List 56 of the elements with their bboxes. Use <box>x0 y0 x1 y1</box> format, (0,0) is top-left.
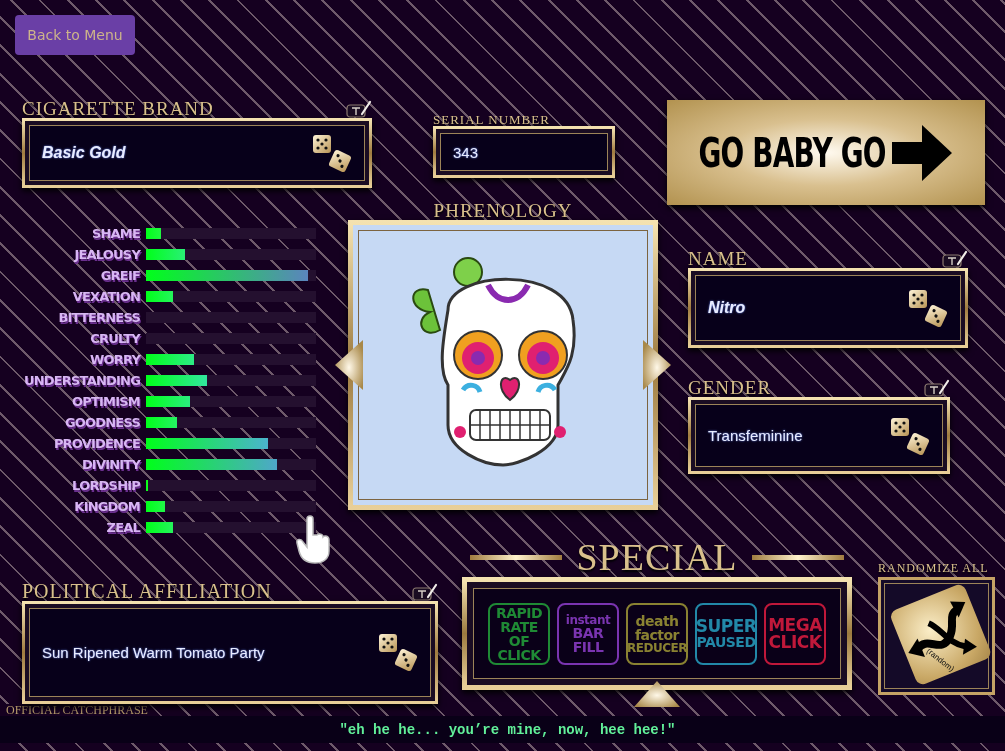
triangle-right-icon <box>641 340 673 390</box>
field-value: Transfeminine <box>708 427 803 444</box>
trait-label: WORRY <box>88 352 140 367</box>
powerup-button[interactable]: SUPER PAUSED <box>695 602 757 665</box>
section-title: PHRENOLOGY <box>433 201 573 220</box>
hand-cursor-icon <box>295 515 331 565</box>
text-field[interactable]: Basic Gold <box>22 118 372 188</box>
back-to-menu-button[interactable]: Back to Menu <box>15 15 135 55</box>
dice-icon[interactable] <box>908 288 948 328</box>
trait-label: PROVIDENCE <box>52 436 140 451</box>
edit-text-icon[interactable] <box>412 582 438 601</box>
field-label: CIGARETTE BRAND <box>22 99 214 118</box>
trait-label: GOODNESS <box>63 415 140 430</box>
field-label: SERIAL NUMBER <box>433 113 550 126</box>
edit-text-icon[interactable] <box>942 250 968 268</box>
section-title: SPECIAL <box>576 538 738 576</box>
expand-button[interactable] <box>632 679 682 709</box>
dice-icon[interactable] <box>312 133 352 173</box>
triangle-left-icon <box>333 340 365 390</box>
field-value: Nitro <box>708 299 746 317</box>
trait-label: UNDERSTANDING <box>22 373 140 388</box>
trait-label: CRULTY <box>89 331 140 346</box>
trait-label: KINGDOM <box>73 499 140 514</box>
powerup-button[interactable]: death factor REDUCER <box>626 602 688 665</box>
triangle-up-icon <box>632 679 682 709</box>
trait-label: LORDSHIP <box>71 478 140 493</box>
dice-icon[interactable] <box>890 415 930 456</box>
trait-label: VEXATION <box>71 289 140 304</box>
edit-text-icon[interactable] <box>924 379 950 397</box>
catchphrase-label: OFFICIAL CATCHPHRASE <box>6 704 148 716</box>
field-label: POLITICAL AFFILIATION <box>22 580 272 601</box>
trait-label: JEALOUSY <box>72 247 140 262</box>
trait-label: ZEAL <box>105 520 140 535</box>
text-field[interactable]: Sun Ripened Warm Tomato Party <box>22 600 438 704</box>
text-field[interactable]: Nitro <box>688 268 968 348</box>
field-value: Sun Ripened Warm Tomato Party <box>42 643 265 661</box>
next-button[interactable] <box>641 340 673 390</box>
trait-label: DIVINITY <box>80 457 140 472</box>
go-button[interactable]: GO BABY GO <box>667 100 985 205</box>
field-value: 343 <box>453 143 479 161</box>
trait-label: OPTIMISM <box>71 394 140 409</box>
randomize-label: RANDOMIZE ALL <box>878 562 990 574</box>
powerup-button[interactable]: RAPID RATE OF CLICK <box>488 602 550 665</box>
previous-button[interactable] <box>333 340 365 390</box>
text-field[interactable]: Transfeminine <box>688 397 950 474</box>
arrow-right-icon <box>892 124 953 181</box>
trait-label: SHAME <box>90 226 140 241</box>
trait-label: GREIF <box>99 268 140 283</box>
dice-icon[interactable] <box>378 632 418 673</box>
trait-label: BITTERNESS <box>57 310 140 325</box>
edit-text-icon[interactable] <box>346 100 372 118</box>
text-field[interactable]: 343 <box>433 126 615 178</box>
field-value: Basic Gold <box>42 144 126 162</box>
field-label: GENDER <box>688 378 772 397</box>
catchphrase-text: "eh he he... you’re mine, now, hee hee!" <box>339 721 676 738</box>
field-label: NAME <box>688 249 748 268</box>
